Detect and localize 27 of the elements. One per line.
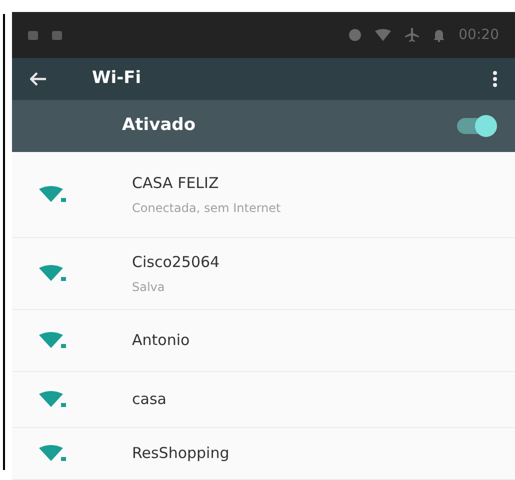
network-item[interactable]: Antonio [12,310,515,372]
clock-time: 00:20 [458,26,499,44]
network-name: CASA FELIZ [132,173,220,194]
network-item[interactable]: CASA FELIZ Conectada, sem Internet [12,152,515,238]
bell-icon [432,28,445,42]
network-item[interactable]: casa [12,372,515,428]
network-name: casa [132,389,166,410]
notification-icon [52,30,62,40]
network-name: Cisco25064 [132,252,220,274]
more-options-icon[interactable] [493,71,497,87]
wifi-signal-icon [38,330,68,350]
wifi-signal-icon [38,184,68,204]
wifi-signal-icon [38,264,68,284]
network-item[interactable]: Cisco25064 Salva [12,238,515,310]
network-item[interactable]: ResShopping [12,428,515,480]
switch-label: Ativado [122,114,197,138]
wifi-signal-icon [38,390,68,410]
wifi-signal-icon [38,444,68,464]
airplane-icon [404,28,419,42]
network-name: ResShopping [132,443,230,464]
network-status: Conectada, sem Internet [132,200,281,217]
wifi-icon [374,29,391,41]
network-status: Salva [132,278,166,296]
network-name: Antonio [132,330,190,352]
toolbar-title: Wi-Fi [92,67,142,90]
back-arrow-icon[interactable] [30,72,46,86]
notification-icon [28,30,38,40]
